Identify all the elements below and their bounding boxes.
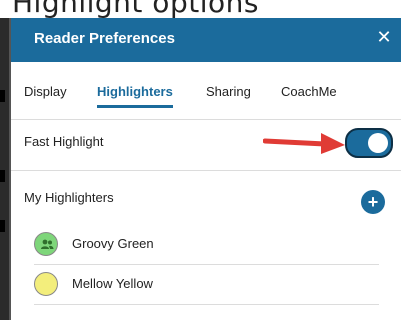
tab-highlighters[interactable]: Highlighters	[97, 84, 173, 108]
background-page-edge	[0, 18, 9, 320]
background-text: Highlight options	[12, 0, 259, 18]
tab-coachme[interactable]: CoachMe	[281, 84, 337, 105]
people-icon	[41, 239, 54, 249]
tab-display[interactable]: Display	[24, 84, 67, 105]
my-highlighters-label: My Highlighters	[24, 190, 114, 205]
dialog-header: Reader Preferences ✕	[11, 18, 401, 62]
add-highlighter-button[interactable]: +	[361, 190, 385, 214]
background-text-fragment	[0, 220, 5, 232]
background-text-fragment	[0, 170, 5, 182]
reader-preferences-dialog: Reader Preferences ✕ Display Highlighter…	[9, 18, 401, 320]
fast-highlight-toggle[interactable]	[345, 128, 393, 158]
highlighter-label: Groovy Green	[72, 236, 154, 251]
color-swatch	[34, 232, 58, 256]
highlighter-label: Mellow Yellow	[72, 276, 153, 291]
toggle-knob	[368, 133, 388, 153]
plus-icon: +	[367, 192, 379, 212]
divider	[11, 170, 401, 171]
tab-bar: Display Highlighters Sharing CoachMe	[11, 62, 401, 120]
background-text-fragment	[0, 90, 5, 102]
background-page-text: Highlight options	[0, 0, 401, 18]
color-swatch	[34, 272, 58, 296]
fast-highlight-label: Fast Highlight	[24, 134, 104, 149]
divider	[11, 119, 401, 120]
divider	[34, 264, 379, 265]
close-button[interactable]: ✕	[371, 24, 397, 50]
annotation-arrow	[263, 133, 345, 154]
close-icon: ✕	[376, 27, 392, 47]
dialog-title: Reader Preferences	[34, 30, 175, 47]
tab-sharing[interactable]: Sharing	[206, 84, 251, 105]
divider	[34, 304, 379, 305]
